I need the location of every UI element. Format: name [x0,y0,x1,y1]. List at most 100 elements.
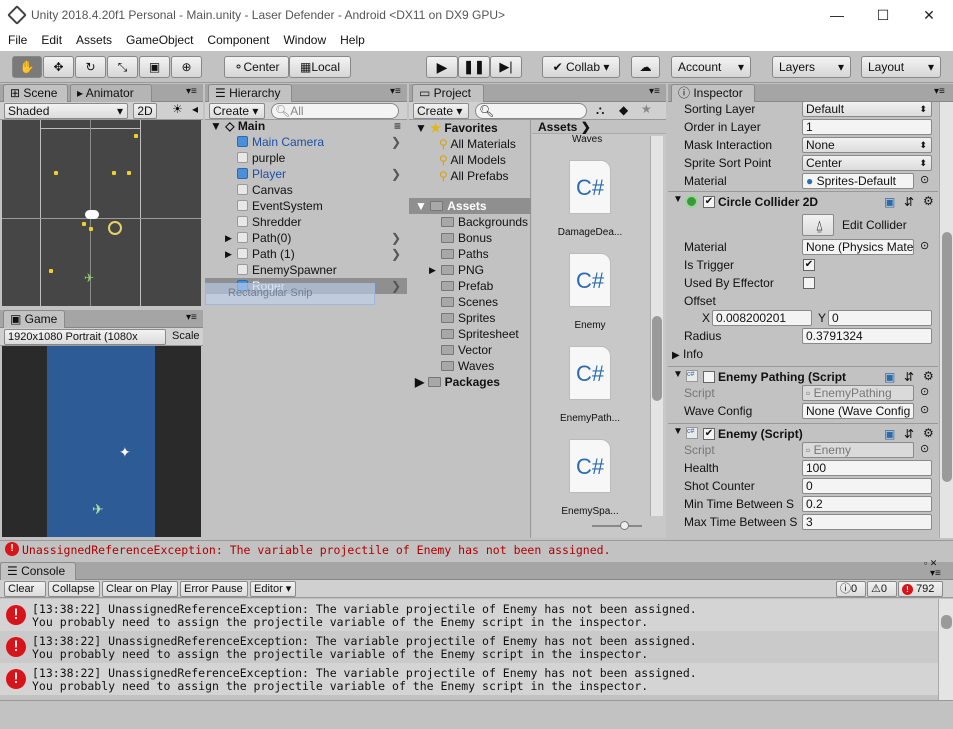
tab-game[interactable]: ▣ Game [3,310,65,328]
menu-help[interactable]: Help [332,31,371,47]
object-picker-icon[interactable]: ⊙ [920,173,929,186]
renderer-field[interactable]: Center ⬍ [802,155,932,171]
shading-mode-dropdown[interactable]: Shaded ▾ [4,103,128,119]
asset-label[interactable]: Waves [572,134,602,145]
asset-folder[interactable]: ▶ PNG [409,262,484,278]
console-log-entry[interactable]: ! [13:38:22] UnassignedReferenceException… [0,663,938,695]
gear-icon[interactable]: ⚙ [923,369,934,383]
hierarchy-item[interactable]: ▶ Path(0) ❯ [205,230,407,246]
console-log-entry[interactable]: ! [13:38:22] UnassignedReferenceException… [0,631,938,663]
csharp-file-icon[interactable]: C# [569,439,611,493]
collab-button[interactable]: ✔ Collab ▾ [542,56,620,78]
fold-arrow-icon[interactable]: ▼ [673,426,683,437]
wave-config-field[interactable]: None (Wave Config [802,403,914,419]
cloud-icon[interactable]: ☁ [631,56,660,78]
scale-tool-icon[interactable]: ⤡ [107,56,138,78]
tab-hierarchy[interactable]: ☰ Hierarchy [208,84,292,102]
renderer-field[interactable]: ● Sprites-Default [802,173,914,189]
hierarchy-item[interactable]: Shredder [205,214,407,230]
menu-gameobject[interactable]: GameObject [118,31,199,47]
menu-window[interactable]: Window [275,31,332,47]
zoom-slider[interactable] [592,521,642,530]
asset-folder[interactable]: Vector [409,342,492,358]
asset-folder[interactable]: Waves [409,358,494,374]
hierarchy-item[interactable]: EnemySpawner [205,262,407,278]
audio-icon[interactable]: ◂ [192,102,198,116]
game-view[interactable]: ✦ ✈ [2,346,201,537]
chevron-right-icon[interactable]: ❯ [391,246,401,262]
transform-tool-icon[interactable]: ⊕ [171,56,202,78]
scene-menu-icon[interactable]: ≡ [394,118,401,134]
menu-assets[interactable]: Assets [68,31,118,47]
object-picker-icon[interactable]: ⊙ [920,442,929,455]
gear-icon[interactable]: ⚙ [923,426,934,440]
tab-inspector[interactable]: ⓘ Inspector [671,84,755,102]
panel-menu-icon[interactable]: ▾≡ [390,86,401,97]
object-picker-icon[interactable]: ⊙ [920,403,929,416]
expand-arrow-icon[interactable]: ▶ [225,246,232,262]
info-foldout[interactable]: ▶ Info [672,347,703,361]
tab-scene[interactable]: ⊞ Scene [3,84,68,102]
enemy-field-input[interactable]: 0 [802,478,932,494]
rect-tool-icon[interactable]: ▣ [139,56,170,78]
csharp-file-icon[interactable]: C# [569,253,611,307]
favorite-item[interactable]: ⚲ All Prefabs [409,168,509,184]
inspector-scrollbar[interactable] [939,102,953,538]
minimize-icon[interactable]: — [814,0,860,31]
enemy-field-input[interactable]: 100 [802,460,932,476]
filter-label-icon[interactable]: ◆ [619,103,628,117]
console-log-entry[interactable]: ! [13:38:22] UnassignedReferenceException… [0,599,938,631]
tab-animator[interactable]: ▸ Animator [70,84,152,102]
is-trigger-checkbox[interactable]: ✔ [803,259,815,271]
asset-folder[interactable]: Bonus [409,230,492,246]
pivot-local-button[interactable]: ▦Local [289,56,351,78]
layout-dropdown[interactable]: Layout ▾ [861,56,941,78]
hierarchy-search-input[interactable]: 🔍︎All [271,103,399,119]
preset-icon[interactable]: ⇵ [904,370,914,384]
circle-collider-header[interactable]: ▼ ✔ Circle Collider 2D ▣ ⇵ ⚙ [668,191,938,211]
used-by-effector-checkbox[interactable] [803,277,815,289]
console-collapse-button[interactable]: Collapse [48,581,100,597]
chevron-right-icon[interactable]: ❯ [391,278,401,294]
help-icon[interactable]: ▣ [884,370,895,384]
pivot-center-button[interactable]: ⚬Center [224,56,289,78]
panel-menu-icon[interactable]: ▾≡ [930,568,941,579]
object-picker-icon[interactable]: ⊙ [920,385,929,398]
chevron-right-icon[interactable]: ❯ [391,166,401,182]
scene-view[interactable]: ✈ [2,120,201,306]
panel-menu-icon[interactable]: ▾≡ [934,86,945,97]
asset-folder[interactable]: Sprites [409,310,495,326]
project-search-input[interactable]: 🔍︎ [475,103,587,119]
hierarchy-item[interactable]: Player ❯ [205,166,407,182]
asset-folder[interactable]: Paths [409,246,489,262]
renderer-field[interactable]: None ⬍ [802,137,932,153]
enemy-pathing-header[interactable]: ▼ c# Enemy Pathing (Script ▣ ⇵ ⚙ [668,366,938,386]
close-icon[interactable]: ✕ [906,0,952,31]
hierarchy-item[interactable]: purple [205,150,407,166]
packages-folder[interactable]: ▶ Packages [409,374,500,390]
step-button[interactable]: ▶| [490,56,522,78]
offset-y-field[interactable]: 0 [828,310,932,326]
layers-dropdown[interactable]: Layers ▾ [772,56,851,78]
help-icon[interactable]: ▣ [884,427,895,441]
renderer-field[interactable]: Default ⬍ [802,101,932,117]
hierarchy-item[interactable]: Canvas [205,182,407,198]
hierarchy-item[interactable]: EventSystem [205,198,407,214]
hierarchy-item[interactable]: Main Camera ❯ [205,134,407,150]
hierarchy-item[interactable]: ▶ Path (1) ❯ [205,246,407,262]
favorite-item[interactable]: ⚲ All Models [409,152,506,168]
status-bar[interactable]: ! UnassignedReferenceException: The vari… [0,540,953,558]
info-filter-toggle[interactable]: ⓘ0 [836,581,866,597]
account-dropdown[interactable]: Account ▾ [671,56,751,78]
console-editor-button[interactable]: Editor ▾ [250,581,296,597]
asset-scrollbar[interactable] [650,136,663,516]
console-clear-on-play-button[interactable]: Clear on Play [102,581,178,597]
tab-console[interactable]: ☰ Console [0,562,76,580]
console-error-pause-button[interactable]: Error Pause [180,581,248,597]
hand-tool-icon[interactable]: ✋ [12,56,42,78]
asset-folder[interactable]: Spritesheet [409,326,519,342]
asset-folder[interactable]: Scenes [409,294,498,310]
expand-arrow-icon[interactable]: ▶ [429,262,436,278]
panel-menu-icon[interactable]: ▾≡ [186,312,197,323]
menu-component[interactable]: Component [199,31,275,47]
